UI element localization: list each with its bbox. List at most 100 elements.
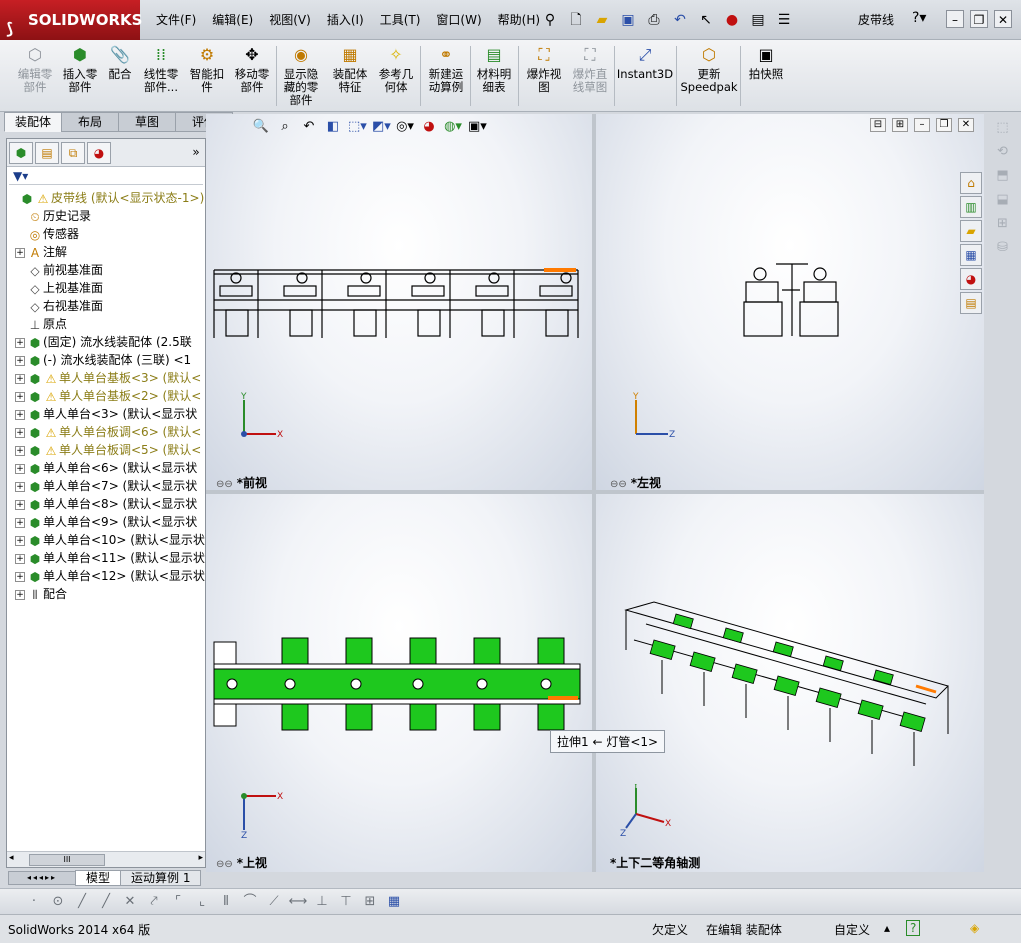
- file-properties-icon[interactable]: ▤: [748, 10, 768, 30]
- extend-icon[interactable]: ⤤: [144, 892, 164, 912]
- tree-node[interactable]: + ⬢ 单人单台<10> (默认<显示状: [7, 531, 205, 549]
- tree-node[interactable]: +⏲历史记录: [7, 207, 205, 225]
- line-icon[interactable]: ╱: [72, 892, 92, 912]
- dimension-icon[interactable]: ⟷: [288, 892, 308, 912]
- rebuild-icon[interactable]: ●: [722, 10, 742, 30]
- menu-file[interactable]: 文件(F): [148, 0, 204, 40]
- tree-node[interactable]: + ⬢ ⚠ 单人单台板调<6> (默认<: [7, 423, 205, 441]
- minimize-icon[interactable]: –: [946, 10, 964, 28]
- instant3d-button[interactable]: ⤢ Instant3D: [616, 44, 674, 81]
- mirror-icon[interactable]: ⫴: [216, 892, 236, 912]
- assembly-features-button[interactable]: ▦ 装配体 特征: [328, 44, 372, 94]
- units-dropdown-icon[interactable]: ▴: [884, 921, 890, 935]
- tab-assembly[interactable]: 装配体: [4, 112, 62, 132]
- chamfer-icon[interactable]: ⟋: [264, 892, 284, 912]
- restore-icon[interactable]: ❐: [970, 10, 988, 28]
- expand-icon[interactable]: +: [15, 499, 25, 510]
- open-folder-icon[interactable]: ▰: [592, 10, 612, 30]
- show-hidden-components-button[interactable]: ◉ 显示隐 藏的零 部件: [280, 44, 322, 107]
- reference-geometry-button[interactable]: ✧ 参考几 何体: [374, 44, 418, 94]
- relations-icon[interactable]: ⊥: [312, 892, 332, 912]
- viewport-trimetric[interactable]: Y X Z *上下二等角轴测: [596, 494, 984, 872]
- expand-icon[interactable]: +: [15, 535, 25, 546]
- expand-icon[interactable]: +: [15, 337, 25, 348]
- tree-node[interactable]: + ⬢ 单人单台<8> (默认<显示状: [7, 495, 205, 513]
- tree-node[interactable]: + ⬢ 单人单台<12> (默认<显示状: [7, 567, 205, 585]
- tree-node[interactable]: + ⬢ 单人单台<3> (默认<显示状: [7, 405, 205, 423]
- expand-icon[interactable]: +: [15, 247, 25, 258]
- viewport-front[interactable]: 🔍 ⌕ ↶ ◧ ⬚▾ ◩▾ ◎▾ ◕ ◍▾ ▣▾ Y X ⊖⊖ *前视: [206, 114, 592, 490]
- tab-motion-study[interactable]: 运动算例 1: [120, 870, 202, 886]
- custom-properties-icon[interactable]: ▤: [960, 292, 982, 314]
- tree-node[interactable]: + ⬢ 单人单台<6> (默认<显示状: [7, 459, 205, 477]
- tree-node[interactable]: + ⬢ 单人单台<9> (默认<显示状: [7, 513, 205, 531]
- tree-node[interactable]: + ⬢ 单人单台<11> (默认<显示状: [7, 549, 205, 567]
- solidworks-logo[interactable]: ⟆ SOLIDWORKS: [0, 0, 142, 40]
- take-snapshot-button[interactable]: ▣ 拍快照: [744, 44, 788, 81]
- viewport-left[interactable]: ⊟ ⊞ – ❐ ✕ Y Z ⊖⊖ *左视: [596, 114, 984, 490]
- display-manager-tab-icon[interactable]: ◕: [87, 141, 111, 164]
- graphics-area[interactable]: 🔍 ⌕ ↶ ◧ ⬚▾ ◩▾ ◎▾ ◕ ◍▾ ▣▾ Y X ⊖⊖ *前视 ⊟ ⊞ …: [206, 114, 984, 872]
- tree-filter[interactable]: ▼▾: [9, 167, 203, 185]
- expand-icon[interactable]: +: [15, 553, 25, 564]
- help-icon[interactable]: ?: [906, 920, 921, 936]
- tree-node[interactable]: + A 注解: [7, 243, 205, 261]
- tree-node[interactable]: + ⬢ 单人单台<7> (默认<显示状: [7, 477, 205, 495]
- view-palette-icon[interactable]: ▦: [960, 244, 982, 266]
- smart-fasteners-button[interactable]: ⚙ 智能扣 件: [186, 44, 228, 94]
- exploded-view-button[interactable]: ⛶ 爆炸视 图: [522, 44, 566, 94]
- insert-component-button[interactable]: ⬢ 插入零 部件: [58, 44, 102, 94]
- feature-manager-tab-icon[interactable]: ⬢: [9, 141, 33, 164]
- appearances-scenes-icon[interactable]: ◕: [960, 268, 982, 290]
- expand-panel-icon[interactable]: »: [187, 142, 205, 164]
- tree-node[interactable]: +◇前视基准面: [7, 261, 205, 279]
- tab-navigation-buttons[interactable]: ◂◂◂▸▸: [8, 871, 76, 885]
- file-explorer-icon[interactable]: ▰: [960, 220, 982, 242]
- options-icon[interactable]: ☰: [774, 10, 794, 30]
- new-document-icon[interactable]: 🗋: [566, 10, 586, 30]
- expand-icon[interactable]: +: [15, 427, 25, 438]
- menu-edit[interactable]: 编辑(E): [204, 0, 261, 40]
- mate-button[interactable]: 📎 配合: [104, 44, 136, 81]
- tree-node[interactable]: + ⬢ ⚠ 单人单台板调<5> (默认<: [7, 441, 205, 459]
- configuration-manager-tab-icon[interactable]: ⧉: [61, 141, 85, 164]
- bom-button[interactable]: ▤ 材料明 细表: [472, 44, 516, 94]
- edit-component-button[interactable]: ⬡ 编辑零 部件: [12, 44, 58, 94]
- tab-layout[interactable]: 布局: [61, 112, 119, 132]
- menu-view[interactable]: 视图(V): [261, 0, 319, 40]
- trim-icon[interactable]: ✕: [120, 892, 140, 912]
- point-icon[interactable]: ·: [24, 892, 44, 912]
- corner-icon[interactable]: ⌜: [168, 892, 188, 912]
- centerline-icon[interactable]: ╱: [96, 892, 116, 912]
- menu-window[interactable]: 窗口(W): [428, 0, 489, 40]
- horizontal-scrollbar[interactable]: ◂ III ▸: [7, 851, 205, 867]
- tree-node[interactable]: + ⬢ ⚠ 单人单台基板<3> (默认<: [7, 369, 205, 387]
- expand-icon[interactable]: +: [15, 481, 25, 492]
- tree-node[interactable]: + ⬢ ⚠ 单人单台基板<2> (默认<: [7, 387, 205, 405]
- tree-node[interactable]: +◎传感器: [7, 225, 205, 243]
- viewport-top[interactable]: Z X ⊖⊖ *上视: [206, 494, 592, 872]
- property-manager-tab-icon[interactable]: ▤: [35, 141, 59, 164]
- expand-icon[interactable]: +: [15, 463, 25, 474]
- menu-insert[interactable]: 插入(I): [319, 0, 372, 40]
- rebuild-tag-icon[interactable]: ◈: [970, 921, 979, 935]
- circle-icon[interactable]: ⊙: [48, 892, 68, 912]
- units-status[interactable]: 自定义: [834, 921, 870, 938]
- expand-icon[interactable]: +: [15, 589, 25, 600]
- print-icon[interactable]: ⎙: [644, 10, 664, 30]
- solidworks-resources-icon[interactable]: ⌂: [960, 172, 982, 194]
- scroll-thumb[interactable]: III: [29, 854, 105, 866]
- menu-tools[interactable]: 工具(T): [372, 0, 429, 40]
- tree-root[interactable]: -⬢⚠皮带线 (默认<显示状态-1>): [7, 189, 205, 207]
- table-icon[interactable]: ▦: [384, 892, 404, 912]
- expand-icon[interactable]: +: [15, 517, 25, 528]
- update-speedpak-button[interactable]: ⬡ 更新 Speedpak: [680, 44, 738, 94]
- expand-icon[interactable]: +: [15, 571, 25, 582]
- link-views-icon[interactable]: ⊖⊖: [216, 859, 233, 870]
- expand-icon[interactable]: +: [15, 445, 25, 456]
- pin-icon[interactable]: ⚲: [540, 10, 560, 30]
- tree-node[interactable]: + ⦀ 配合: [7, 585, 205, 603]
- scroll-left-icon[interactable]: ◂: [9, 853, 14, 863]
- save-icon[interactable]: ▣: [618, 10, 638, 30]
- tree-node[interactable]: + ⬢ (固定) 流水线装配体 (2.5联: [7, 333, 205, 351]
